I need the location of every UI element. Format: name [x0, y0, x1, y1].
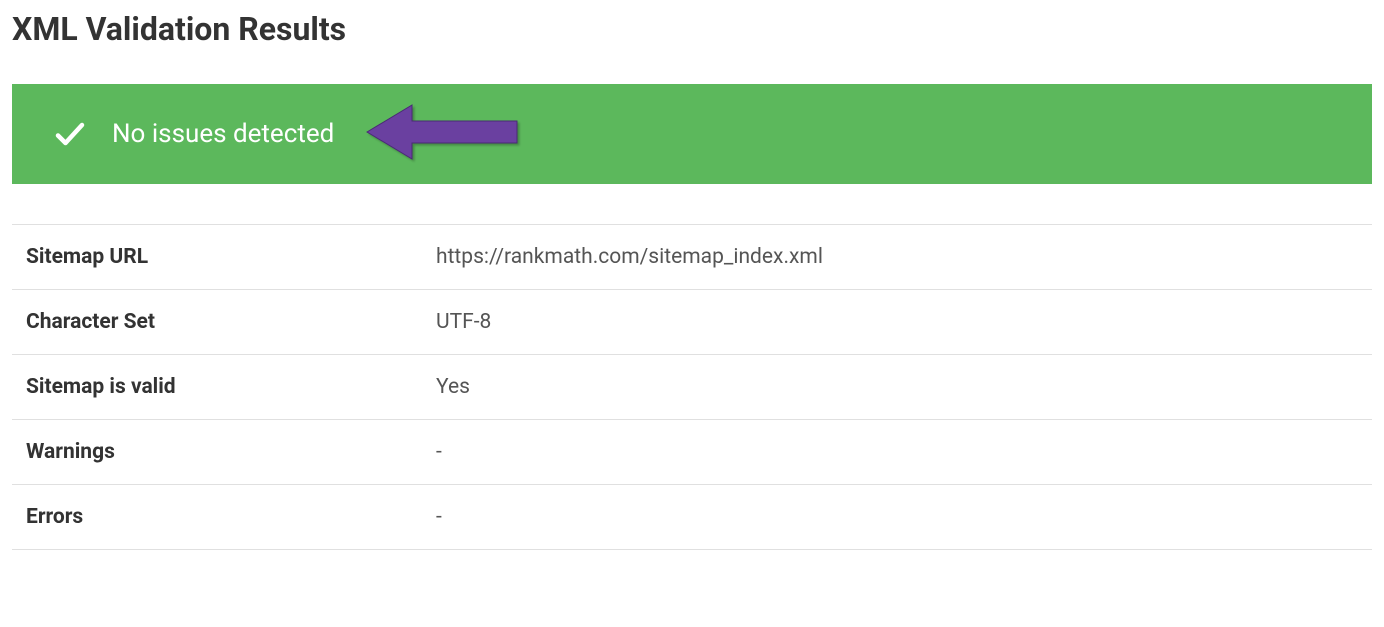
annotation-arrow-icon [362, 97, 522, 171]
row-value: Yes [422, 355, 1372, 420]
row-value: - [422, 420, 1372, 485]
table-row: Warnings - [12, 420, 1372, 485]
results-table: Sitemap URL https://rankmath.com/sitemap… [12, 224, 1372, 550]
table-row: Sitemap URL https://rankmath.com/sitemap… [12, 225, 1372, 290]
row-label: Character Set [12, 290, 422, 355]
row-value: UTF-8 [422, 290, 1372, 355]
row-label: Sitemap is valid [12, 355, 422, 420]
row-label: Warnings [12, 420, 422, 485]
row-value: - [422, 485, 1372, 550]
status-banner: No issues detected [12, 84, 1372, 184]
table-row: Errors - [12, 485, 1372, 550]
page-title: XML Validation Results [12, 10, 1372, 48]
table-row: Character Set UTF-8 [12, 290, 1372, 355]
row-label: Errors [12, 485, 422, 550]
row-value: https://rankmath.com/sitemap_index.xml [422, 225, 1372, 290]
table-row: Sitemap is valid Yes [12, 355, 1372, 420]
row-label: Sitemap URL [12, 225, 422, 290]
status-message: No issues detected [112, 119, 334, 149]
checkmark-icon [52, 116, 88, 152]
